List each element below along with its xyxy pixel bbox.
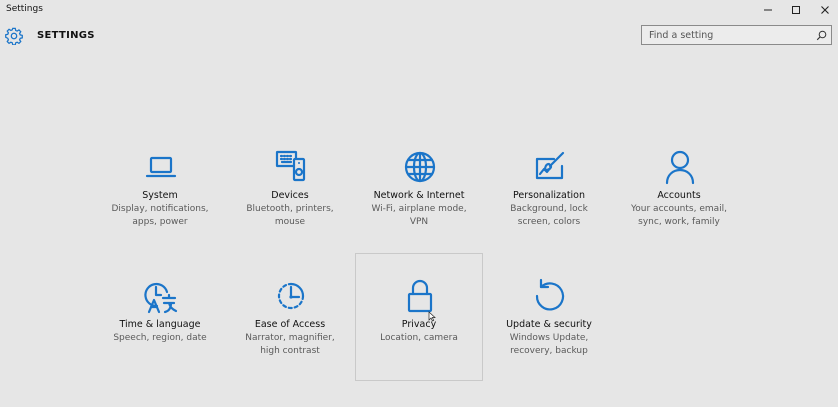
category-description: Narrator, magnifier, high contrast (245, 333, 335, 356)
minimize-button[interactable] (753, 0, 783, 20)
refresh-icon (532, 278, 568, 314)
ease-of-access-icon (273, 278, 309, 314)
category-time-language[interactable]: Time & language Speech, region, date (96, 253, 224, 381)
category-label: Time & language (119, 319, 201, 330)
page-title: SETTINGS (37, 30, 95, 41)
category-description: Location, camera (380, 333, 458, 343)
search-input[interactable] (642, 26, 812, 44)
title-bar: Settings (0, 0, 838, 20)
devices-icon (273, 149, 309, 185)
category-privacy[interactable]: Privacy Location, camera (355, 253, 483, 381)
maximize-button[interactable] (781, 0, 811, 20)
category-label: Devices (271, 190, 309, 201)
search-box[interactable] (641, 25, 832, 45)
laptop-icon (143, 149, 179, 185)
globe-icon (402, 149, 438, 185)
window-title: Settings (6, 4, 43, 14)
gear-icon (5, 27, 23, 45)
paint-brush-icon (532, 149, 568, 185)
category-label: System (142, 190, 178, 201)
category-description: Display, notifications, apps, power (111, 204, 209, 227)
category-description: Background, lock screen, colors (510, 204, 588, 227)
category-description: Speech, region, date (113, 333, 207, 343)
category-devices[interactable]: Devices Bluetooth, printers, mouse (226, 128, 354, 256)
time-language-icon (143, 278, 179, 314)
category-label: Privacy (401, 319, 437, 330)
category-description: Windows Update, recovery, backup (509, 333, 589, 356)
person-icon (662, 149, 698, 185)
close-button[interactable] (810, 0, 838, 20)
search-icon[interactable] (816, 30, 827, 41)
category-label: Ease of Access (254, 319, 326, 330)
category-description: Your accounts, email, sync, work, family (630, 204, 728, 227)
category-label: Accounts (657, 190, 701, 201)
category-label: Update & security (506, 319, 592, 330)
category-accounts[interactable]: Accounts Your accounts, email, sync, work… (615, 128, 743, 256)
minimize-icon (764, 9, 772, 11)
category-description: Wi-Fi, airplane mode, VPN (371, 204, 467, 227)
category-update-security[interactable]: Update & security Windows Update, recover… (485, 253, 613, 381)
close-icon (821, 6, 829, 14)
category-label: Network & Internet (373, 190, 465, 201)
category-network-internet[interactable]: Network & Internet Wi-Fi, airplane mode,… (355, 128, 483, 256)
maximize-icon (792, 6, 800, 14)
category-label: Personalization (512, 190, 586, 201)
category-description: Bluetooth, printers, mouse (246, 204, 334, 227)
mouse-cursor-icon (428, 311, 436, 322)
category-ease-of-access[interactable]: Ease of Access Narrator, magnifier, high … (226, 253, 354, 381)
category-personalization[interactable]: Personalization Background, lock screen, … (485, 128, 613, 256)
category-system[interactable]: System Display, notifications, apps, powe… (96, 128, 224, 256)
lock-icon (402, 278, 438, 314)
